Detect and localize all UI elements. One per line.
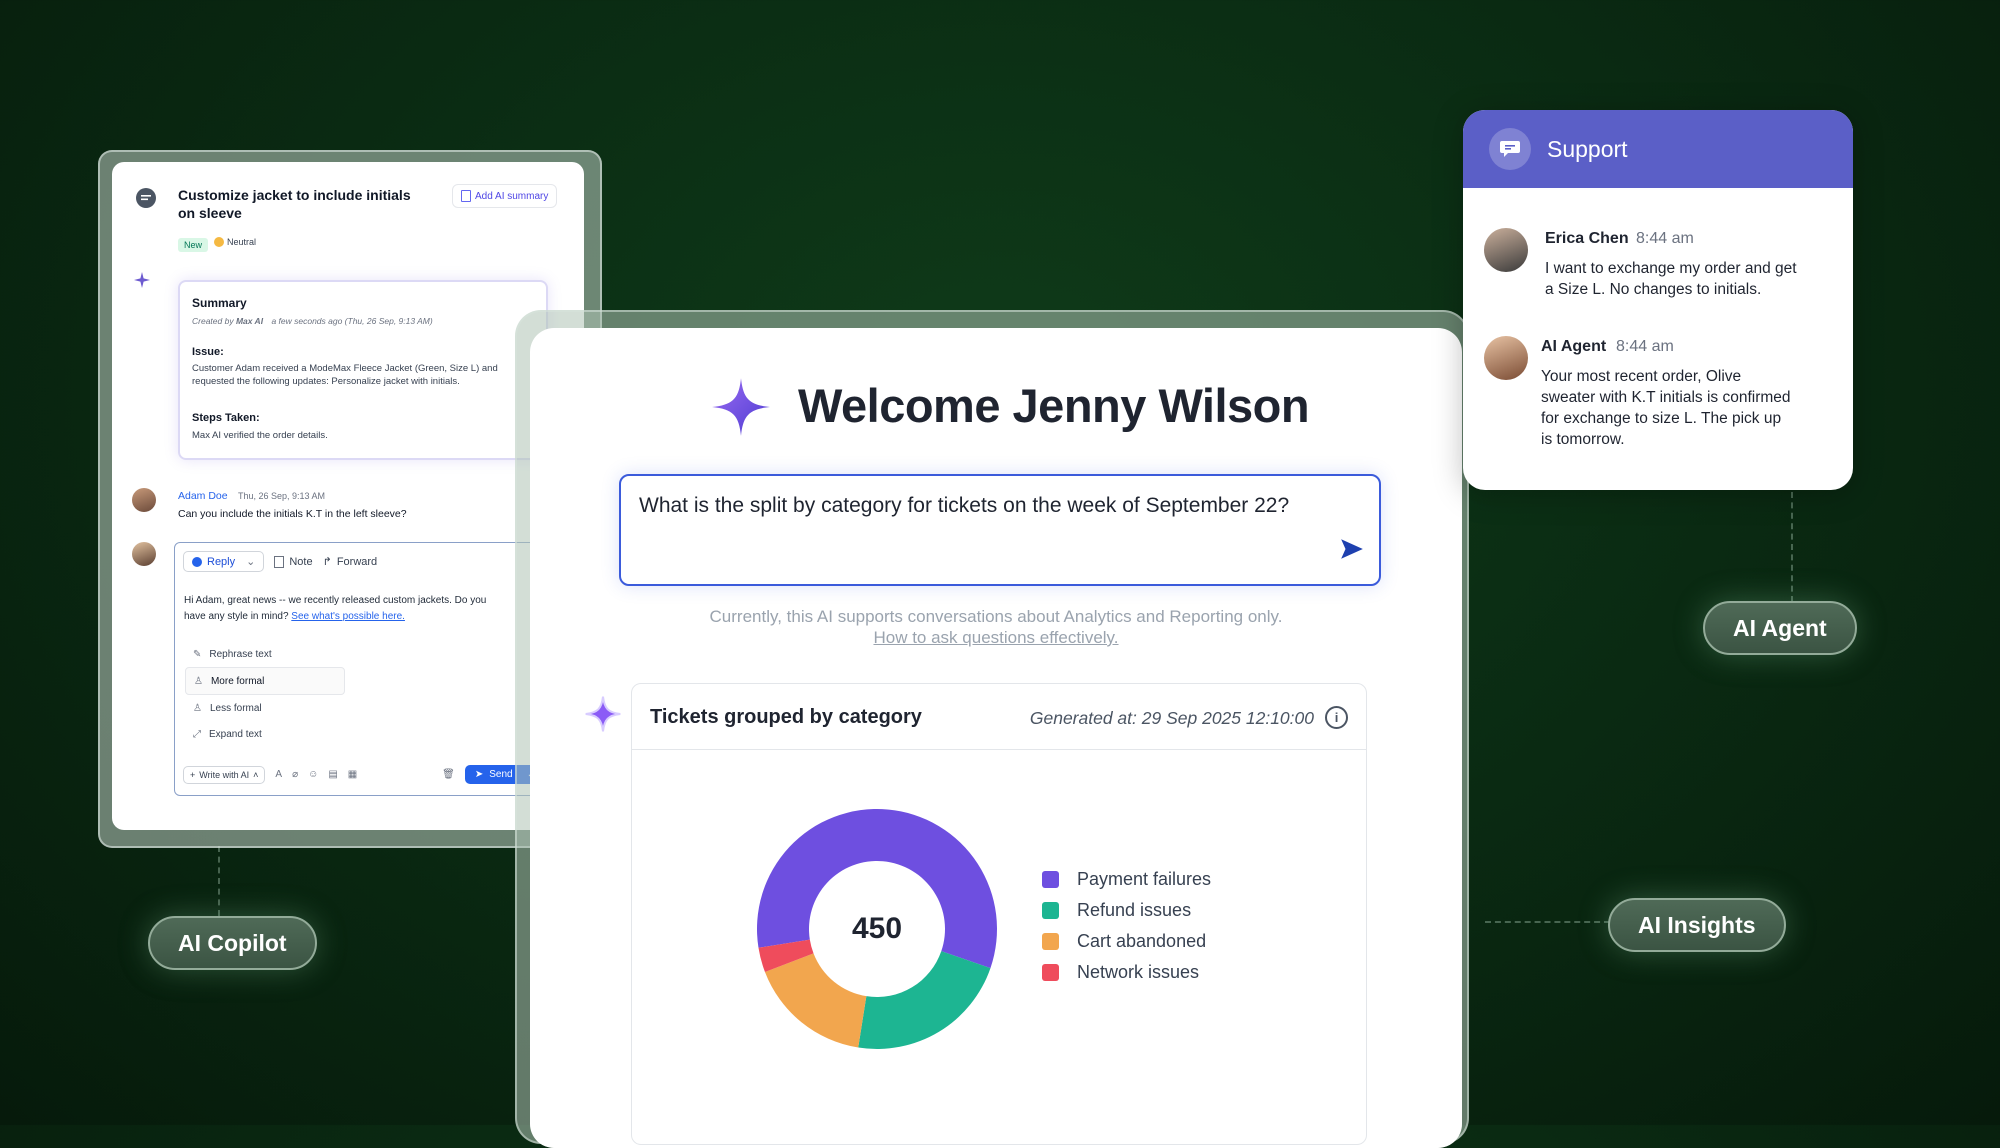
draft-link[interactable]: See what's possible here. bbox=[291, 611, 405, 622]
chevron-down-icon[interactable]: ⌄ bbox=[246, 555, 255, 568]
attachment-icon[interactable]: ⌀ bbox=[292, 769, 298, 780]
card-divider bbox=[632, 749, 1366, 750]
legend-item: Refund issues bbox=[1042, 895, 1211, 926]
chat-icon bbox=[1489, 128, 1531, 170]
menu-item-rephrase[interactable]: ✎ Rephrase text bbox=[185, 641, 345, 667]
support-title: Support bbox=[1547, 135, 1628, 162]
insights-connector bbox=[1485, 921, 1610, 923]
support-widget: Support Erica Chen 8:44 am I want to exc… bbox=[1463, 110, 1853, 490]
issue-text: Customer Adam received a ModeMax Fleece … bbox=[192, 363, 498, 387]
message-text: Your most recent order, Olive sweater wi… bbox=[1541, 368, 1791, 448]
ai-copilot-pill[interactable]: AI Copilot bbox=[148, 916, 317, 970]
insights-panel: Welcome Jenny Wilson What is the split b… bbox=[530, 328, 1462, 1148]
issue-heading: Issue: bbox=[192, 346, 224, 358]
ai-insights-pill[interactable]: AI Insights bbox=[1608, 898, 1786, 952]
macro-icon[interactable]: ▦ bbox=[348, 769, 357, 780]
composer-toolbar: + Write with AI ˄ A ⌀ ☺ ▤ ▦ 🗑 ➤ Send ⌄ bbox=[183, 765, 545, 784]
reply-composer: Reply ⌄ Note ↱ Forward Hi Adam, great ne… bbox=[174, 542, 554, 796]
menu-item-expand[interactable]: ⤢ Expand text bbox=[185, 721, 345, 747]
message-author[interactable]: Adam Doe bbox=[178, 490, 228, 502]
expand-icon: ⤢ bbox=[193, 728, 201, 740]
ai-agent-pill[interactable]: AI Agent bbox=[1703, 601, 1857, 655]
steps-text: Max AI verified the order details. bbox=[192, 430, 328, 441]
sparkle-icon bbox=[134, 272, 150, 293]
help-link[interactable]: How to ask questions effectively. bbox=[530, 628, 1462, 648]
chart-title: Tickets grouped by category bbox=[650, 706, 922, 728]
avatar bbox=[1484, 228, 1528, 272]
summary-heading: Summary bbox=[192, 296, 247, 310]
sparkle-icon bbox=[583, 694, 623, 739]
text-format-icon[interactable]: A bbox=[275, 769, 282, 780]
legend-swatch bbox=[1042, 871, 1059, 888]
sparkle-icon: + bbox=[190, 769, 196, 780]
tab-note[interactable]: Note bbox=[274, 555, 313, 568]
legend-label: Cart abandoned bbox=[1077, 931, 1207, 951]
message-author: AI Agent bbox=[1541, 338, 1607, 355]
message-text: I want to exchange my order and get a Si… bbox=[1545, 260, 1797, 298]
ticket-title: Customize jacket to include initials on … bbox=[178, 187, 411, 221]
support-header: Support bbox=[1463, 110, 1853, 188]
ai-menu: ✎ Rephrase text ♙ More formal ♙ Less for… bbox=[185, 641, 345, 747]
menu-item-less-formal[interactable]: ♙ Less formal bbox=[185, 695, 345, 721]
formal-icon: ♙ bbox=[194, 675, 203, 687]
message-author: Erica Chen bbox=[1545, 230, 1629, 247]
legend-item: Payment failures bbox=[1042, 864, 1211, 895]
status-badge-new: New bbox=[178, 238, 209, 252]
trash-icon[interactable]: 🗑 bbox=[442, 769, 455, 780]
sparkle-logo-icon bbox=[710, 376, 772, 443]
chevron-up-icon: ˄ bbox=[253, 769, 259, 780]
chart-legend: Payment failures Refund issues Cart abando… bbox=[1042, 864, 1211, 988]
tab-reply[interactable]: Reply ⌄ bbox=[183, 551, 265, 572]
reply-icon bbox=[192, 556, 202, 567]
document-icon bbox=[461, 190, 471, 202]
legend-label: Payment failures bbox=[1077, 869, 1212, 889]
send-icon: ➤ bbox=[474, 769, 484, 780]
donut-center-label: 450 bbox=[851, 912, 903, 945]
legend-item: Cart abandoned bbox=[1042, 926, 1211, 957]
legend-swatch bbox=[1042, 933, 1059, 950]
message-text: Can you include the initials K.T in the … bbox=[178, 508, 407, 520]
draft-text[interactable]: Hi Adam, great news -- we recently relea… bbox=[184, 593, 494, 625]
chart-card: Tickets grouped by category Generated at… bbox=[631, 683, 1367, 1145]
message-time: 8:44 am bbox=[1616, 338, 1674, 355]
emoji-neutral-icon bbox=[214, 237, 224, 247]
message-time: 8:44 am bbox=[1636, 230, 1694, 247]
scope-note: Currently, this AI supports conversation… bbox=[709, 607, 1283, 626]
menu-item-more-formal[interactable]: ♙ More formal bbox=[185, 667, 345, 695]
sentiment-badge: Neutral bbox=[214, 237, 256, 247]
legend-swatch bbox=[1042, 902, 1059, 919]
info-icon[interactable]: i bbox=[1325, 706, 1348, 729]
ticket-icon bbox=[136, 188, 156, 208]
add-ai-summary-button[interactable]: Add AI summary bbox=[452, 184, 558, 208]
emoji-icon[interactable]: ☺ bbox=[308, 769, 318, 780]
knowledge-icon[interactable]: ▤ bbox=[328, 769, 337, 780]
casual-icon: ♙ bbox=[193, 702, 202, 714]
send-icon[interactable] bbox=[1339, 536, 1365, 567]
copilot-connector bbox=[218, 846, 220, 916]
generated-at: Generated at: 29 Sep 2025 12:10:00 bbox=[1029, 708, 1314, 728]
ai-agent-avatar bbox=[1484, 336, 1528, 380]
legend-label: Network issues bbox=[1077, 962, 1200, 982]
avatar bbox=[132, 488, 156, 512]
legend-label: Refund issues bbox=[1077, 900, 1192, 920]
summary-card: Summary Created by Max AI a few seconds … bbox=[178, 280, 548, 460]
write-with-ai-button[interactable]: + Write with AI ˄ bbox=[183, 765, 266, 784]
pencil-icon: ✎ bbox=[193, 648, 202, 660]
message-time: Thu, 26 Sep, 9:13 AM bbox=[238, 491, 326, 501]
note-icon bbox=[274, 555, 285, 568]
summary-meta: Created by Max AI a few seconds ago (Thu… bbox=[192, 316, 433, 326]
legend-item: Network issues bbox=[1042, 957, 1211, 988]
steps-heading: Steps Taken: bbox=[192, 412, 260, 424]
forward-icon: ↱ bbox=[322, 556, 332, 568]
copilot-panel: Customize jacket to include initials on … bbox=[112, 162, 584, 830]
welcome-heading: Welcome Jenny Wilson bbox=[798, 379, 1310, 432]
agent-connector bbox=[1791, 492, 1793, 602]
legend-swatch bbox=[1042, 964, 1059, 981]
agent-avatar bbox=[132, 542, 156, 566]
query-text: What is the split by category for ticket… bbox=[639, 494, 1290, 517]
tab-forward[interactable]: ↱ Forward bbox=[322, 555, 378, 569]
query-input[interactable]: What is the split by category for ticket… bbox=[619, 474, 1381, 586]
composer-tabs: Reply ⌄ Note ↱ Forward bbox=[183, 551, 377, 572]
